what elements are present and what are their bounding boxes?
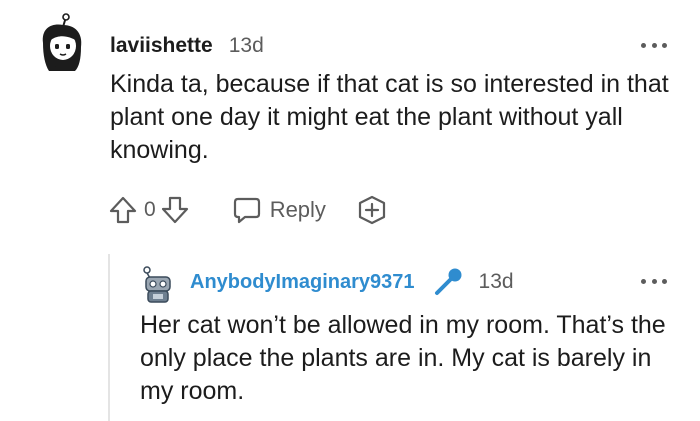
more-options-icon[interactable] [641, 36, 667, 54]
dot [662, 42, 667, 48]
vote-count: 0 [144, 198, 156, 221]
reply-username[interactable]: AnybodyImaginary9371 [190, 271, 415, 294]
thread-line[interactable] [108, 254, 110, 421]
reply-button[interactable]: Reply [232, 195, 326, 225]
more-options-icon[interactable] [641, 272, 667, 290]
reply-body: Her cat won’t be allowed in my room. Tha… [140, 311, 666, 405]
comment-username[interactable]: laviishette [110, 34, 213, 58]
dot [651, 278, 657, 284]
dot [651, 42, 657, 48]
downvote-icon[interactable] [160, 195, 190, 225]
award-icon[interactable] [356, 194, 388, 226]
dot [641, 42, 646, 48]
comment-thread: laviishette 13d Kinda ta, because if tha… [0, 0, 700, 421]
dot [641, 278, 646, 284]
comment-action-bar: 0 Reply [108, 193, 388, 227]
reply-user-avatar[interactable] [138, 264, 178, 304]
upvote-icon[interactable] [108, 195, 138, 225]
microphone-icon [434, 268, 462, 295]
reply-age: 13d [478, 270, 514, 293]
reply-icon [233, 197, 260, 224]
user-avatar[interactable] [33, 13, 89, 75]
reply-label: Reply [269, 197, 326, 222]
comment-age: 13d [228, 34, 264, 57]
dot [662, 278, 667, 284]
comment-header: laviishette 13d [110, 34, 264, 60]
comment-body: Kinda ta, because if that cat is so inte… [110, 70, 669, 164]
reply-header: AnybodyImaginary9371 13d [190, 268, 514, 296]
